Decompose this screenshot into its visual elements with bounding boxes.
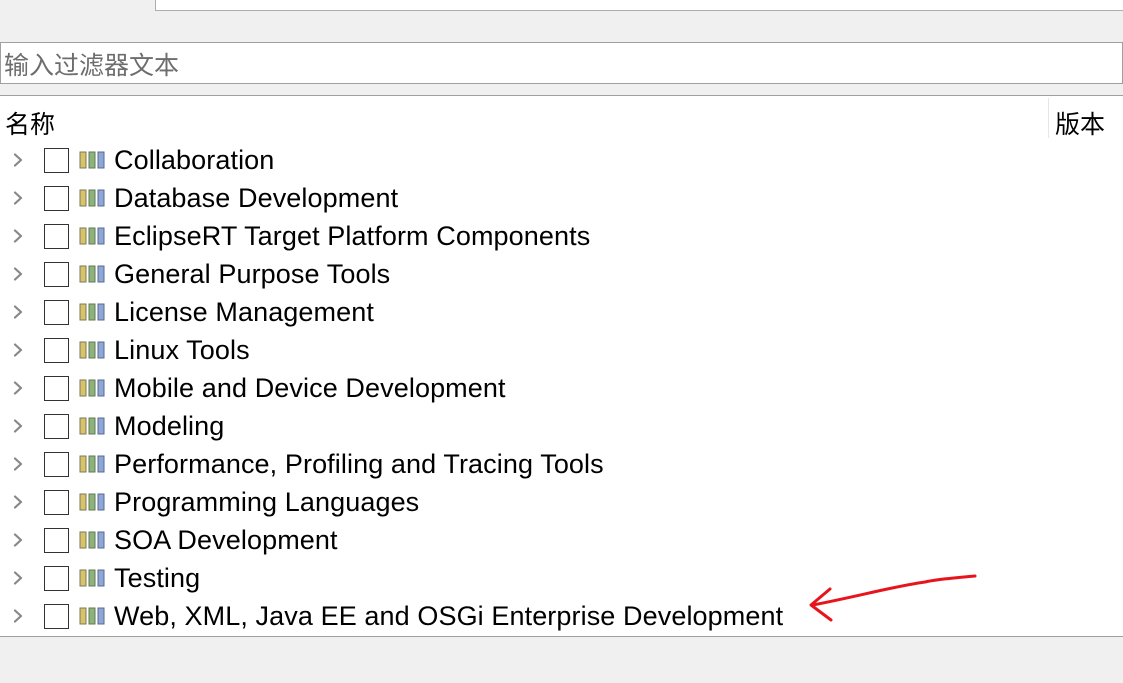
row-checkbox[interactable] <box>44 262 69 287</box>
category-label: Performance, Profiling and Tracing Tools <box>114 449 604 479</box>
feature-category-icon <box>79 531 105 549</box>
feature-category-icon <box>79 303 105 321</box>
category-label: Programming Languages <box>114 487 420 517</box>
feature-category-icon <box>79 151 105 169</box>
category-label: License Management <box>114 297 374 327</box>
feature-category-icon <box>79 189 105 207</box>
chevron-right-icon[interactable] <box>11 267 25 281</box>
tree-row[interactable]: General Purpose Tools <box>0 255 1123 293</box>
category-label: EclipseRT Target Platform Components <box>114 221 591 251</box>
chevron-right-icon[interactable] <box>11 381 25 395</box>
tree-row[interactable]: EclipseRT Target Platform Components <box>0 217 1123 255</box>
feature-category-icon <box>79 417 105 435</box>
column-header-version[interactable]: 版本 <box>1055 105 1105 141</box>
chevron-right-icon[interactable] <box>11 305 25 319</box>
row-checkbox[interactable] <box>44 604 69 629</box>
column-separator[interactable] <box>1048 98 1049 138</box>
tree-row[interactable]: Linux Tools <box>0 331 1123 369</box>
tree-row[interactable]: Web, XML, Java EE and OSGi Enterprise De… <box>0 597 1123 635</box>
tree-row[interactable]: License Management <box>0 293 1123 331</box>
row-checkbox[interactable] <box>44 414 69 439</box>
row-checkbox[interactable] <box>44 186 69 211</box>
category-label: Mobile and Device Development <box>114 373 506 403</box>
feature-category-icon <box>79 493 105 511</box>
feature-category-icon <box>79 569 105 587</box>
available-software-tree: 名称 版本 Collaboration Database Development E… <box>0 95 1123 637</box>
chevron-right-icon[interactable] <box>11 571 25 585</box>
chevron-right-icon[interactable] <box>11 419 25 433</box>
chevron-right-icon[interactable] <box>11 191 25 205</box>
category-label: Modeling <box>114 411 225 441</box>
row-checkbox[interactable] <box>44 224 69 249</box>
row-checkbox[interactable] <box>44 490 69 515</box>
work-with-combobox[interactable] <box>155 0 1123 11</box>
row-checkbox[interactable] <box>44 528 69 553</box>
tree-header: 名称 版本 <box>0 96 1123 140</box>
row-checkbox[interactable] <box>44 452 69 477</box>
chevron-right-icon[interactable] <box>11 457 25 471</box>
feature-category-icon <box>79 227 105 245</box>
feature-category-icon <box>79 265 105 283</box>
row-checkbox[interactable] <box>44 300 69 325</box>
filter-input[interactable] <box>0 42 1123 84</box>
feature-category-icon <box>79 341 105 359</box>
tree-row[interactable]: Programming Languages <box>0 483 1123 521</box>
chevron-right-icon[interactable] <box>11 495 25 509</box>
category-label: General Purpose Tools <box>114 259 391 289</box>
column-header-name[interactable]: 名称 <box>5 105 55 141</box>
tree-row[interactable]: Modeling <box>0 407 1123 445</box>
install-software-dialog: 名称 版本 Collaboration Database Development E… <box>0 0 1123 683</box>
tree-row[interactable]: Collaboration <box>0 141 1123 179</box>
feature-category-icon <box>79 455 105 473</box>
row-checkbox[interactable] <box>44 148 69 173</box>
chevron-right-icon[interactable] <box>11 343 25 357</box>
category-label: Web, XML, Java EE and OSGi Enterprise De… <box>114 601 784 631</box>
tree-row[interactable]: Mobile and Device Development <box>0 369 1123 407</box>
category-label: Collaboration <box>114 145 275 175</box>
row-checkbox[interactable] <box>44 338 69 363</box>
chevron-right-icon[interactable] <box>11 609 25 623</box>
feature-category-icon <box>79 607 105 625</box>
tree-row[interactable]: Database Development <box>0 179 1123 217</box>
chevron-right-icon[interactable] <box>11 533 25 547</box>
work-with-strip <box>0 0 1123 42</box>
row-checkbox[interactable] <box>44 376 69 401</box>
category-label: Linux Tools <box>114 335 250 365</box>
tree-row[interactable]: SOA Development <box>0 521 1123 559</box>
tree-row[interactable]: Performance, Profiling and Tracing Tools <box>0 445 1123 483</box>
category-label: Testing <box>114 563 201 593</box>
chevron-right-icon[interactable] <box>11 153 25 167</box>
category-label: Database Development <box>114 183 399 213</box>
chevron-right-icon[interactable] <box>11 229 25 243</box>
row-checkbox[interactable] <box>44 566 69 591</box>
category-label: SOA Development <box>114 525 338 555</box>
tree-row[interactable]: Testing <box>0 559 1123 597</box>
feature-category-icon <box>79 379 105 397</box>
